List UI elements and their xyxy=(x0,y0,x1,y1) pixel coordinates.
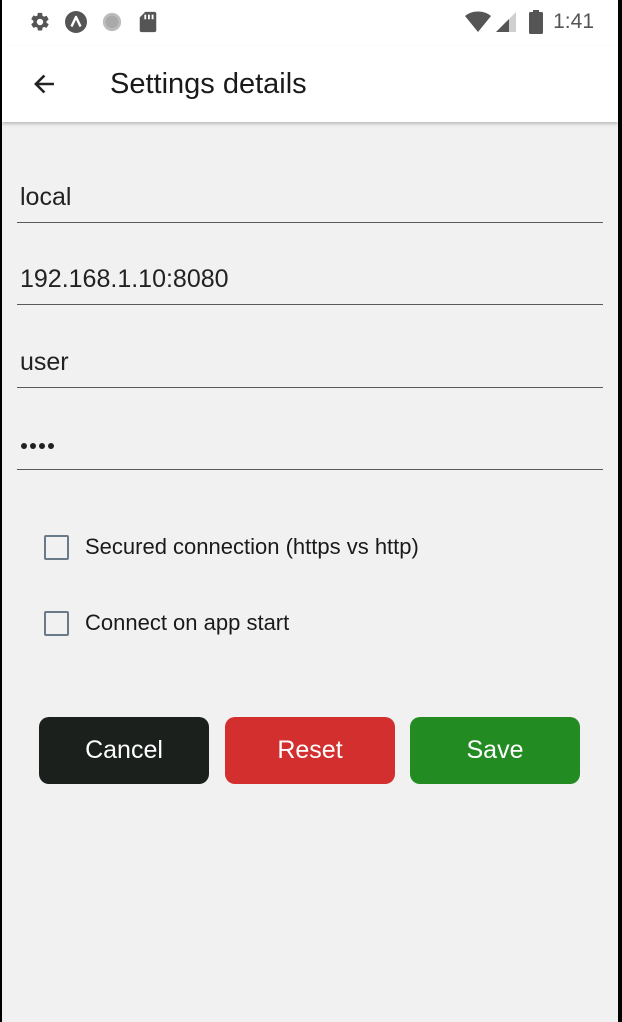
settings-gear-icon xyxy=(28,10,52,34)
password-field[interactable] xyxy=(17,409,603,470)
password-dot xyxy=(30,443,36,449)
page-title: Settings details xyxy=(110,68,307,100)
secured-connection-checkbox[interactable]: Secured connection (https vs http) xyxy=(44,531,419,563)
status-time: 1:41 xyxy=(553,10,594,33)
sd-card-icon xyxy=(136,10,160,34)
password-input[interactable] xyxy=(21,443,54,449)
user-input[interactable] xyxy=(17,345,606,379)
address-field xyxy=(17,244,606,305)
app-bar: Settings details xyxy=(2,46,618,122)
save-button[interactable]: Save xyxy=(410,717,580,784)
name-field xyxy=(17,162,606,223)
password-dot xyxy=(48,443,54,449)
app-a-icon xyxy=(64,10,88,34)
cancel-button[interactable]: Cancel xyxy=(39,717,209,784)
back-button[interactable] xyxy=(24,64,64,104)
user-field xyxy=(17,327,606,388)
checkbox-box[interactable] xyxy=(44,534,69,560)
signal-icon xyxy=(494,10,518,34)
wifi-icon xyxy=(464,10,492,34)
battery-icon xyxy=(524,10,548,34)
screen: 1:41 Settings details Secured connection… xyxy=(2,0,618,1022)
reset-button[interactable]: Reset xyxy=(225,717,395,784)
status-bar: 1:41 xyxy=(2,0,618,46)
circle-icon xyxy=(100,10,124,34)
name-input[interactable] xyxy=(17,180,606,214)
password-dot xyxy=(39,443,45,449)
password-dot xyxy=(21,443,27,449)
arrow-back-icon xyxy=(34,74,54,94)
connect-on-start-checkbox[interactable]: Connect on app start xyxy=(44,607,289,639)
checkbox-box[interactable] xyxy=(44,610,69,636)
address-input[interactable] xyxy=(17,262,606,296)
connect-on-start-label: Connect on app start xyxy=(85,610,290,635)
secured-connection-label: Secured connection (https vs http) xyxy=(85,534,419,559)
